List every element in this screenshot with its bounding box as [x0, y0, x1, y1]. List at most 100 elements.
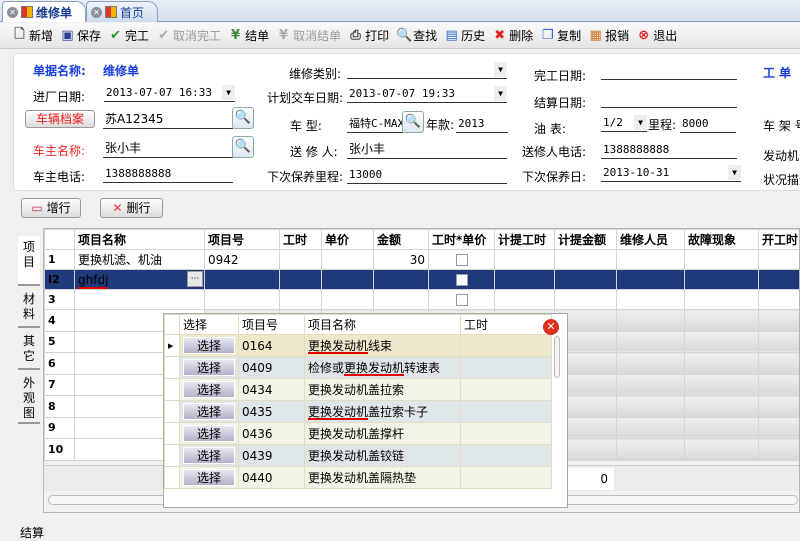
- select-button[interactable]: 选择: [183, 447, 235, 464]
- close-tab-icon[interactable]: ✕: [7, 7, 18, 18]
- table-row[interactable]: 3: [45, 290, 800, 310]
- dropdown-arrow-icon[interactable]: ▼: [494, 86, 507, 101]
- delete-row-button[interactable]: ✕ 删行: [100, 198, 163, 218]
- sender-field[interactable]: 张小丰: [347, 141, 507, 159]
- popup-column-header[interactable]: 工时: [461, 315, 552, 335]
- year-field[interactable]: 2013: [456, 115, 508, 133]
- table-row[interactable]: I2ghfdj···: [45, 270, 800, 290]
- popup-column-header[interactable]: 项目名称: [305, 315, 461, 335]
- cell[interactable]: [429, 290, 495, 310]
- cell[interactable]: [685, 439, 759, 461]
- scroll-thumb[interactable]: [554, 336, 560, 378]
- labor-checkbox[interactable]: [456, 274, 468, 286]
- column-header[interactable]: 工时*单价: [429, 230, 495, 250]
- cell[interactable]: [322, 290, 374, 310]
- cell[interactable]: [617, 374, 685, 396]
- cell[interactable]: [759, 310, 800, 332]
- cell[interactable]: [759, 250, 800, 270]
- cell[interactable]: [617, 439, 685, 461]
- toolbar-button-2[interactable]: ✔完工: [106, 27, 154, 44]
- dropdown-arrow-icon[interactable]: ▼: [634, 115, 647, 130]
- cell[interactable]: [555, 270, 617, 290]
- add-row-button[interactable]: ▭ 增行: [21, 198, 81, 218]
- cell[interactable]: [617, 353, 685, 375]
- settle-date-field[interactable]: [601, 90, 737, 108]
- toolbar-button-12[interactable]: ⊗退出: [634, 27, 682, 44]
- repair-type-select[interactable]: ▼: [347, 61, 507, 79]
- dropdown-arrow-icon[interactable]: ▼: [494, 62, 507, 77]
- select-button[interactable]: 选择: [183, 469, 235, 486]
- cell[interactable]: [685, 270, 759, 290]
- select-button[interactable]: 选择: [183, 337, 235, 354]
- cell[interactable]: [374, 290, 429, 310]
- toolbar-button-5[interactable]: ¥取消结单: [274, 27, 346, 44]
- cell[interactable]: [617, 417, 685, 439]
- cell[interactable]: [205, 290, 280, 310]
- popup-row[interactable]: 选择0434更换发动机盖拉索: [165, 379, 552, 401]
- cell[interactable]: [495, 250, 555, 270]
- ellipsis-button[interactable]: ···: [187, 271, 203, 287]
- cell[interactable]: [685, 331, 759, 353]
- cell[interactable]: [685, 250, 759, 270]
- cell[interactable]: [759, 331, 800, 353]
- cell[interactable]: [617, 290, 685, 310]
- plan-date-picker[interactable]: 2013-07-07 19:33▼: [347, 85, 507, 103]
- cell[interactable]: [555, 290, 617, 310]
- cell[interactable]: [617, 250, 685, 270]
- search-plate-icon[interactable]: 🔍: [232, 107, 254, 129]
- cell[interactable]: [759, 417, 800, 439]
- select-button[interactable]: 选择: [183, 425, 235, 442]
- cell[interactable]: 0942: [205, 250, 280, 270]
- sender-phone-field[interactable]: 1388888888: [601, 141, 737, 159]
- cell[interactable]: ghfdj ···: [75, 270, 205, 290]
- dropdown-arrow-icon[interactable]: ▼: [728, 165, 741, 180]
- column-header[interactable]: 开工时: [759, 230, 800, 250]
- model-field[interactable]: 福特C-MAX: [347, 115, 403, 133]
- toolbar-button-10[interactable]: ❐复制: [538, 27, 586, 44]
- select-button[interactable]: 选择: [183, 403, 235, 420]
- popup-row[interactable]: 选择0435更换发动机盖拉索卡子: [165, 401, 552, 423]
- tab-home[interactable]: ✕首页: [86, 1, 158, 22]
- cell[interactable]: [759, 353, 800, 375]
- cell[interactable]: [617, 310, 685, 332]
- tab-repair-order[interactable]: ✕维修单: [2, 1, 86, 22]
- column-header[interactable]: 计提金额: [555, 230, 617, 250]
- popup-row[interactable]: 选择0439更换发动机盖铰链: [165, 445, 552, 467]
- cell[interactable]: [280, 250, 322, 270]
- cell[interactable]: [685, 396, 759, 418]
- item-name-input[interactable]: ghfdj: [78, 273, 108, 289]
- cell[interactable]: [685, 290, 759, 310]
- cell[interactable]: [685, 374, 759, 396]
- owner-phone-field[interactable]: 1388888888: [103, 165, 233, 183]
- select-button[interactable]: 选择: [183, 381, 235, 398]
- cell[interactable]: [555, 250, 617, 270]
- cell[interactable]: [374, 270, 429, 290]
- column-header[interactable]: 计提工时: [495, 230, 555, 250]
- toolbar-button-8[interactable]: ▤历史: [442, 27, 490, 44]
- cell[interactable]: [617, 270, 685, 290]
- column-header[interactable]: 维修人员: [617, 230, 685, 250]
- table-row[interactable]: 1更换机滤、机油094230: [45, 250, 800, 270]
- cell[interactable]: [280, 270, 322, 290]
- toolbar-button-1[interactable]: ▣保存: [58, 27, 106, 44]
- plate-field[interactable]: 苏A12345: [103, 111, 233, 129]
- cell[interactable]: [322, 270, 374, 290]
- cell[interactable]: [685, 417, 759, 439]
- owner-field[interactable]: 张小丰: [103, 140, 233, 158]
- toolbar-button-7[interactable]: 🔍查找: [394, 27, 442, 44]
- toolbar-button-11[interactable]: ▦报销: [586, 27, 634, 44]
- select-button[interactable]: 选择: [183, 359, 235, 376]
- side-tab-appearance[interactable]: 外观图: [18, 372, 40, 424]
- search-owner-icon[interactable]: 🔍: [232, 136, 254, 158]
- column-header[interactable]: 故障现象: [685, 230, 759, 250]
- side-tab-items[interactable]: 项目: [18, 236, 40, 286]
- cell[interactable]: [495, 290, 555, 310]
- cell[interactable]: [617, 331, 685, 353]
- popup-row[interactable]: 选择0409检修或更换发动机转速表: [165, 357, 552, 379]
- search-model-icon[interactable]: 🔍: [402, 111, 424, 133]
- cell[interactable]: [280, 290, 322, 310]
- column-header[interactable]: 单价: [322, 230, 374, 250]
- cell[interactable]: [759, 396, 800, 418]
- entry-date-picker[interactable]: 2013-07-07 16:33▼: [104, 84, 235, 102]
- dropdown-arrow-icon[interactable]: ▼: [222, 85, 235, 100]
